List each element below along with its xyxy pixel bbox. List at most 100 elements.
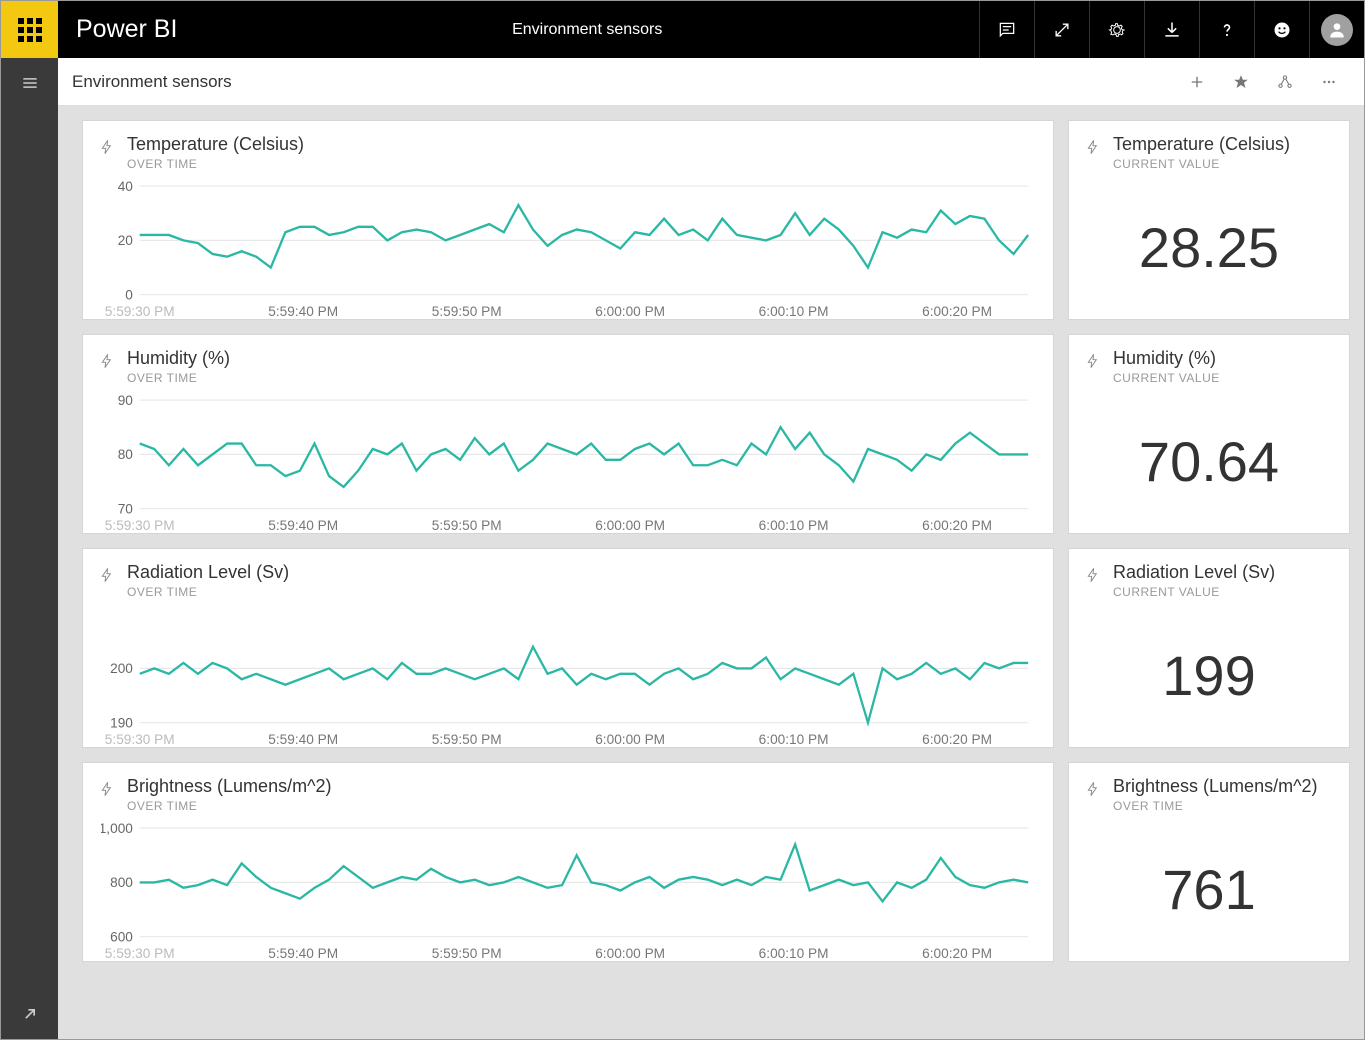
svg-text:6:00:00 PM: 6:00:00 PM xyxy=(595,303,665,319)
svg-text:5:59:50 PM: 5:59:50 PM xyxy=(432,517,502,533)
svg-text:40: 40 xyxy=(118,179,133,194)
chart-tile[interactable]: Radiation Level (Sv) OVER TIME 1902005:5… xyxy=(82,548,1054,748)
chat-icon xyxy=(997,20,1017,40)
tile-subtitle: OVER TIME xyxy=(127,799,332,813)
svg-text:5:59:40 PM: 5:59:40 PM xyxy=(268,945,338,961)
lightning-icon xyxy=(1085,562,1101,589)
svg-text:6:00:20 PM: 6:00:20 PM xyxy=(922,731,992,747)
svg-text:5:59:30 PM: 5:59:30 PM xyxy=(105,303,175,319)
notifications-button[interactable] xyxy=(979,1,1034,58)
svg-text:6:00:20 PM: 6:00:20 PM xyxy=(922,517,992,533)
plus-icon xyxy=(1188,73,1206,91)
fullscreen-button[interactable] xyxy=(1034,1,1089,58)
settings-button[interactable] xyxy=(1089,1,1144,58)
share-icon xyxy=(1276,73,1294,91)
svg-text:800: 800 xyxy=(110,874,133,890)
svg-text:90: 90 xyxy=(118,393,133,408)
star-icon xyxy=(1232,73,1250,91)
tile-header: Brightness (Lumens/m^2) OVER TIME xyxy=(1069,763,1349,817)
dashboard-row: Brightness (Lumens/m^2) OVER TIME 600800… xyxy=(82,762,1350,962)
svg-text:5:59:40 PM: 5:59:40 PM xyxy=(268,731,338,747)
breadcrumb-title: Environment sensors xyxy=(72,72,1176,92)
page-title: Environment sensors xyxy=(195,21,979,39)
svg-text:5:59:30 PM: 5:59:30 PM xyxy=(105,731,175,747)
dashboard-row: Temperature (Celsius) OVER TIME 020405:5… xyxy=(82,120,1350,320)
download-icon xyxy=(1162,20,1182,40)
value-tile[interactable]: Radiation Level (Sv) CURRENT VALUE 199 xyxy=(1068,548,1350,748)
tile-header: Temperature (Celsius) CURRENT VALUE xyxy=(1069,121,1349,175)
svg-text:6:00:10 PM: 6:00:10 PM xyxy=(759,303,829,319)
avatar-icon xyxy=(1321,14,1353,46)
lightning-icon xyxy=(99,348,115,375)
current-value: 199 xyxy=(1069,603,1349,747)
download-button[interactable] xyxy=(1144,1,1199,58)
tile-title: Temperature (Celsius) xyxy=(127,134,304,155)
tile-subtitle: CURRENT VALUE xyxy=(1113,371,1220,385)
svg-text:5:59:40 PM: 5:59:40 PM xyxy=(268,303,338,319)
lightning-icon xyxy=(99,776,115,803)
dashboard-canvas[interactable]: Temperature (Celsius) OVER TIME 020405:5… xyxy=(58,106,1364,1039)
lightning-icon xyxy=(1085,134,1101,161)
topbar-actions xyxy=(979,1,1364,58)
favorite-button[interactable] xyxy=(1220,61,1262,103)
account-button[interactable] xyxy=(1309,1,1364,58)
current-value: 70.64 xyxy=(1069,389,1349,533)
svg-text:5:59:50 PM: 5:59:50 PM xyxy=(432,303,502,319)
svg-text:20: 20 xyxy=(118,232,133,248)
help-button[interactable] xyxy=(1199,1,1254,58)
value-tile[interactable]: Humidity (%) CURRENT VALUE 70.64 xyxy=(1068,334,1350,534)
nav-popout-button[interactable] xyxy=(1,989,58,1039)
svg-text:5:59:50 PM: 5:59:50 PM xyxy=(432,731,502,747)
subheader-tools xyxy=(1176,61,1350,103)
svg-text:70: 70 xyxy=(118,500,133,516)
subheader: Environment sensors xyxy=(58,58,1364,106)
svg-text:6:00:10 PM: 6:00:10 PM xyxy=(759,945,829,961)
svg-text:6:00:10 PM: 6:00:10 PM xyxy=(759,731,829,747)
subscribe-button[interactable] xyxy=(1264,61,1306,103)
tile-title: Temperature (Celsius) xyxy=(1113,134,1290,155)
chart-tile[interactable]: Humidity (%) OVER TIME 7080905:59:30 PM5… xyxy=(82,334,1054,534)
chart-body: 7080905:59:30 PM5:59:40 PM5:59:50 PM6:00… xyxy=(83,389,1053,541)
svg-text:5:59:30 PM: 5:59:30 PM xyxy=(105,945,175,961)
app-launcher-button[interactable] xyxy=(1,1,58,58)
value-tile[interactable]: Temperature (Celsius) CURRENT VALUE 28.2… xyxy=(1068,120,1350,320)
tile-title: Humidity (%) xyxy=(1113,348,1220,369)
svg-text:190: 190 xyxy=(110,714,133,730)
chart-tile[interactable]: Temperature (Celsius) OVER TIME 020405:5… xyxy=(82,120,1054,320)
ellipsis-icon xyxy=(1320,73,1338,91)
svg-text:6:00:00 PM: 6:00:00 PM xyxy=(595,517,665,533)
more-options-button[interactable] xyxy=(1308,61,1350,103)
tile-subtitle: OVER TIME xyxy=(1113,799,1318,813)
tile-title: Humidity (%) xyxy=(127,348,230,369)
svg-text:6:00:20 PM: 6:00:20 PM xyxy=(922,303,992,319)
value-tile[interactable]: Brightness (Lumens/m^2) OVER TIME 761 xyxy=(1068,762,1350,962)
lightning-icon xyxy=(99,562,115,589)
chart-body: 6008001,0005:59:30 PM5:59:40 PM5:59:50 P… xyxy=(83,817,1053,969)
svg-text:6:00:00 PM: 6:00:00 PM xyxy=(595,945,665,961)
dashboard-row: Humidity (%) OVER TIME 7080905:59:30 PM5… xyxy=(82,334,1350,534)
add-tile-button[interactable] xyxy=(1176,61,1218,103)
svg-text:6:00:00 PM: 6:00:00 PM xyxy=(595,731,665,747)
svg-text:1,000: 1,000 xyxy=(101,821,133,836)
svg-text:5:59:50 PM: 5:59:50 PM xyxy=(432,945,502,961)
topbar: Power BI Environment sensors xyxy=(1,1,1364,58)
tile-title: Brightness (Lumens/m^2) xyxy=(1113,776,1318,797)
chart-tile[interactable]: Brightness (Lumens/m^2) OVER TIME 600800… xyxy=(82,762,1054,962)
lightning-icon xyxy=(1085,776,1101,803)
svg-text:5:59:40 PM: 5:59:40 PM xyxy=(268,517,338,533)
smiley-icon xyxy=(1272,20,1292,40)
feedback-button[interactable] xyxy=(1254,1,1309,58)
waffle-icon xyxy=(18,18,42,42)
tile-header: Humidity (%) OVER TIME xyxy=(83,335,1053,389)
left-nav-rail xyxy=(1,58,58,1039)
brand-label: Power BI xyxy=(58,15,195,44)
tile-header: Brightness (Lumens/m^2) OVER TIME xyxy=(83,763,1053,817)
lightning-icon xyxy=(1085,348,1101,375)
lightning-icon xyxy=(99,134,115,161)
tile-title: Brightness (Lumens/m^2) xyxy=(127,776,332,797)
question-icon xyxy=(1217,20,1237,40)
expand-icon xyxy=(1052,20,1072,40)
nav-toggle-button[interactable] xyxy=(1,58,58,108)
tile-header: Radiation Level (Sv) CURRENT VALUE xyxy=(1069,549,1349,603)
current-value: 761 xyxy=(1069,817,1349,961)
